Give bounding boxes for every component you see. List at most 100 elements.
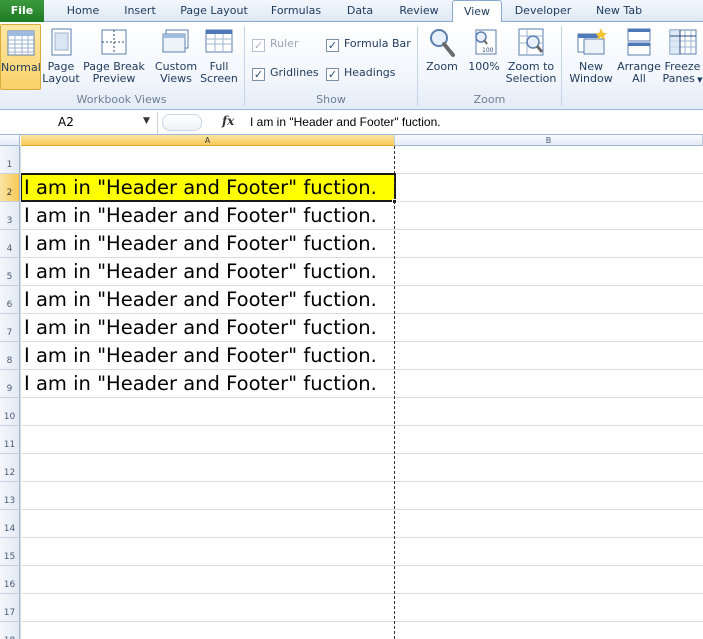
gridlines-checkbox[interactable]: ✓ Gridlines <box>252 65 319 81</box>
svg-text:100: 100 <box>482 47 494 54</box>
tab-data[interactable]: Data <box>338 0 382 22</box>
formula-bar-splitter[interactable] <box>162 114 202 131</box>
formula-input[interactable]: I am in "Header and Footer" fuction. <box>250 115 441 129</box>
cell-a5[interactable]: I am in "Header and Footer" fuction. <box>21 259 394 285</box>
name-box[interactable]: A2 ▼ <box>0 112 158 134</box>
ruler-check-box[interactable]: ✓ <box>252 39 265 52</box>
row-gridline <box>20 509 703 510</box>
name-box-dropdown-icon[interactable]: ▼ <box>143 116 150 126</box>
arrange-all-icon <box>623 26 655 58</box>
tab-formulas[interactable]: Formulas <box>262 0 330 22</box>
zoom-icon <box>426 26 458 58</box>
gridlines-check-box[interactable]: ✓ <box>252 68 265 81</box>
full-screen-label-2: Screen <box>200 72 238 85</box>
row-header-7[interactable]: 7 <box>0 314 20 342</box>
tab-insert[interactable]: Insert <box>114 0 166 22</box>
cell-a3[interactable]: I am in "Header and Footer" fuction. <box>21 203 394 229</box>
row-gridline <box>20 313 703 314</box>
tab-new-tab[interactable]: New Tab <box>590 0 648 22</box>
page-break-preview-button[interactable]: Page Break Preview <box>83 24 145 90</box>
zoom-to-selection-button[interactable]: Zoom to Selection <box>505 24 557 90</box>
worksheet-grid[interactable]: A B 12I am in "Header and Footer" fuctio… <box>0 135 703 639</box>
row-header-1[interactable]: 1 <box>0 146 20 174</box>
headings-checkbox[interactable]: ✓ Headings <box>326 65 396 81</box>
row-header-15[interactable]: 15 <box>0 538 20 566</box>
cell-a6[interactable]: I am in "Header and Footer" fuction. <box>21 287 394 313</box>
row-header-6[interactable]: 6 <box>0 286 20 314</box>
ruler-checkbox[interactable]: ✓ Ruler <box>252 36 298 52</box>
formula-bar-checkbox[interactable]: ✓ Formula Bar <box>326 36 411 52</box>
row-gridline <box>20 285 703 286</box>
workbook-views-group-label: Workbook Views <box>76 93 167 106</box>
column-header-a[interactable]: A <box>21 135 395 146</box>
page-layout-view-button[interactable]: Page Layout <box>42 24 80 90</box>
cell-a9[interactable]: I am in "Header and Footer" fuction. <box>21 371 394 397</box>
freeze-panes-button[interactable]: Freeze Panes ▼ <box>662 24 703 90</box>
arrange-all-label-2: All <box>632 72 646 85</box>
name-box-value[interactable]: A2 <box>58 115 74 129</box>
zoom-100-icon: 100 <box>468 26 500 58</box>
tab-view[interactable]: View <box>452 0 502 23</box>
ribbon-tab-bar: File Home Insert Page Layout Formulas Da… <box>0 0 703 23</box>
page-layout-icon <box>45 26 77 58</box>
row-header-12[interactable]: 12 <box>0 454 20 482</box>
tab-review[interactable]: Review <box>392 0 446 22</box>
tab-file[interactable]: File <box>0 0 44 22</box>
row-gridline <box>20 229 703 230</box>
new-window-label-2: Window <box>569 72 613 85</box>
row-gridline <box>20 481 703 482</box>
select-all-corner[interactable] <box>0 135 20 146</box>
row-gridline <box>20 537 703 538</box>
row-header-5[interactable]: 5 <box>0 258 20 286</box>
column-header-b[interactable]: B <box>395 135 703 146</box>
page-break-icon <box>98 26 130 58</box>
tab-home[interactable]: Home <box>58 0 108 22</box>
chevron-down-icon: ▼ <box>694 76 703 84</box>
formula-bar-check-box[interactable]: ✓ <box>326 39 339 52</box>
custom-views-label-2: Views <box>160 72 192 85</box>
row-header-18[interactable]: 18 <box>0 622 20 639</box>
zoom-100-label: 100% <box>468 60 500 73</box>
column-gridline <box>20 146 21 639</box>
row-header-17[interactable]: 17 <box>0 594 20 622</box>
headings-label: Headings <box>344 66 396 79</box>
zoom-group-label: Zoom <box>473 93 506 106</box>
new-window-button[interactable]: New Window <box>566 24 616 90</box>
row-header-4[interactable]: 4 <box>0 230 20 258</box>
full-screen-button[interactable]: Full Screen <box>199 24 239 90</box>
zoom-selection-icon <box>515 26 547 58</box>
row-gridline <box>20 593 703 594</box>
row-header-14[interactable]: 14 <box>0 510 20 538</box>
row-header-9[interactable]: 9 <box>0 370 20 398</box>
zoom-100-button[interactable]: 100 100% <box>465 24 503 90</box>
row-gridline <box>20 453 703 454</box>
normal-view-button[interactable]: Normal <box>0 24 41 90</box>
gridlines-label: Gridlines <box>270 66 319 79</box>
custom-views-icon <box>160 26 192 58</box>
tab-page-layout[interactable]: Page Layout <box>176 0 252 22</box>
new-window-icon <box>575 26 607 58</box>
row-gridline <box>20 341 703 342</box>
cell-a8[interactable]: I am in "Header and Footer" fuction. <box>21 343 394 369</box>
row-header-11[interactable]: 11 <box>0 426 20 454</box>
row-header-3[interactable]: 3 <box>0 202 20 230</box>
cell-a7[interactable]: I am in "Header and Footer" fuction. <box>21 315 394 341</box>
row-header-10[interactable]: 10 <box>0 398 20 426</box>
headings-check-box[interactable]: ✓ <box>326 68 339 81</box>
row-gridline <box>20 257 703 258</box>
zoom-selection-label-2: Selection <box>505 72 557 85</box>
custom-views-button[interactable]: Custom Views <box>154 24 198 90</box>
cell-a4[interactable]: I am in "Header and Footer" fuction. <box>21 231 394 257</box>
row-header-2[interactable]: 2 <box>0 174 20 202</box>
fx-icon[interactable]: fx <box>222 114 234 128</box>
tab-developer[interactable]: Developer <box>508 0 578 22</box>
freeze-panes-icon <box>667 26 699 58</box>
row-header-16[interactable]: 16 <box>0 566 20 594</box>
row-header-13[interactable]: 13 <box>0 482 20 510</box>
ruler-label: Ruler <box>270 37 299 50</box>
page-break-label-2: Preview <box>92 72 136 85</box>
row-header-8[interactable]: 8 <box>0 342 20 370</box>
row-gridline <box>20 369 703 370</box>
arrange-all-button[interactable]: Arrange All <box>617 24 661 90</box>
zoom-button[interactable]: Zoom <box>422 24 462 90</box>
